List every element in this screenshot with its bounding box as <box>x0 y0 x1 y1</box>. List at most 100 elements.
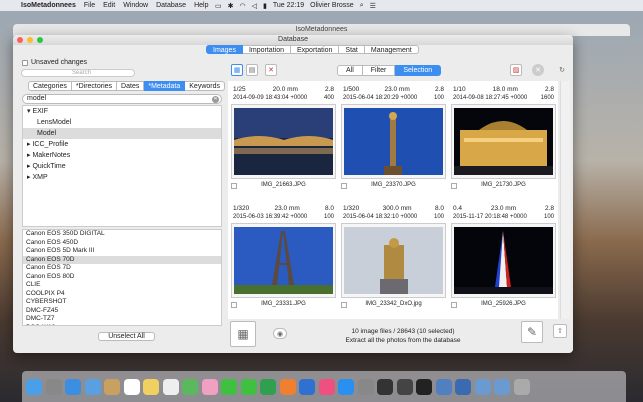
view-mode-icon[interactable]: ▦ <box>230 321 256 347</box>
messages-icon[interactable] <box>221 378 237 395</box>
contacts-icon[interactable] <box>104 378 120 395</box>
launchpad-icon[interactable] <box>45 378 62 395</box>
tab-categories[interactable]: Categories <box>28 81 72 91</box>
model-list-item[interactable]: COOLPIX P4 <box>23 290 221 299</box>
menu-window[interactable]: Window <box>123 2 148 9</box>
activity-icon[interactable] <box>396 378 413 395</box>
model-list-item[interactable]: Canon EOS 7D <box>23 264 221 273</box>
refresh-icon[interactable]: ↻ <box>556 65 568 77</box>
model-list-item[interactable]: Canon EOS 5D Mark III <box>23 247 221 256</box>
numbers-icon[interactable] <box>260 378 276 395</box>
image-card[interactable]: 0.4 23.0 mm 2.8 2015-11-17 20:18:48 +0000 10… <box>451 203 556 313</box>
menu-list-icon[interactable]: ☰ <box>370 2 376 10</box>
model-list-item[interactable]: Canon EOS 70D <box>23 255 221 264</box>
preview-icon[interactable] <box>435 378 452 395</box>
zoom-window-icon[interactable] <box>37 37 43 43</box>
terminal-icon[interactable] <box>416 378 432 395</box>
photos-icon[interactable] <box>201 378 218 395</box>
image-card[interactable]: 1/10 18.0 mm 2.8 2014-09-08 18:27:45 +0000 1… <box>451 84 556 194</box>
downloads-icon[interactable] <box>474 378 491 395</box>
mail-icon[interactable] <box>84 378 101 395</box>
segment-all[interactable]: All <box>337 65 363 76</box>
clear-search-icon[interactable]: ✕ <box>212 96 219 103</box>
isometadonnees-icon[interactable] <box>455 378 471 395</box>
model-list-item[interactable]: Canon EOS 80D <box>23 273 221 282</box>
model-list-item[interactable]: CLIE <box>23 281 221 290</box>
image-card[interactable]: 1/25 20.0 mm 2.8 2014-09-09 18:43:04 +0000 4… <box>231 84 336 194</box>
preview-eye-icon[interactable]: ◉ <box>273 328 287 339</box>
segment-filter[interactable]: Filter <box>362 65 396 76</box>
checkbox-box[interactable] <box>22 59 28 66</box>
tree-item[interactable]: ▾ EXIF <box>23 106 221 117</box>
reminders-icon[interactable] <box>162 378 179 395</box>
user-name[interactable]: Olivier Brosse <box>310 2 354 9</box>
csv-icon[interactable]: ▤ <box>246 64 258 76</box>
model-list-item[interactable]: DMC-TZ7 <box>23 315 221 324</box>
model-list-item[interactable]: Canon EOS 350D DIGITAL <box>23 230 221 239</box>
tab-management[interactable]: Management <box>364 45 419 54</box>
maps-icon[interactable] <box>182 378 198 395</box>
image-card[interactable]: 1/320 23.0 mm 8.0 2015-06-03 16:39:42 +0000… <box>231 203 336 313</box>
thumbnail-frame[interactable] <box>231 223 336 298</box>
battery-icon[interactable]: ▮ <box>263 2 267 10</box>
thumbnail-frame[interactable] <box>451 223 556 298</box>
calendar-icon[interactable] <box>123 378 140 395</box>
pages-icon[interactable] <box>279 378 296 395</box>
stop-icon[interactable]: ✕ <box>532 64 544 76</box>
safari-icon[interactable] <box>65 378 81 395</box>
tree-item[interactable]: LensModel <box>23 117 221 128</box>
share-icon[interactable]: ⇧ <box>553 324 567 338</box>
unsaved-changes-checkbox[interactable]: Unsaved changes <box>22 59 87 66</box>
documents-icon[interactable] <box>494 378 510 395</box>
model-list-item[interactable]: CYBERSHOT <box>23 298 221 307</box>
model-list-item[interactable]: DMC-FZ45 <box>23 307 221 316</box>
close-window-icon[interactable] <box>17 37 23 43</box>
image-card[interactable]: 1/500 23.0 mm 2.8 2015-06-04 18:20:29 +0000… <box>341 84 446 194</box>
music-icon[interactable] <box>318 378 335 395</box>
menu-help[interactable]: Help <box>194 2 208 9</box>
tab-keywords[interactable]: Keywords <box>185 81 225 91</box>
tab-directories[interactable]: *Directories <box>71 81 118 91</box>
wifi-icon[interactable]: ◠ <box>240 2 246 10</box>
unselect-all-button[interactable]: Unselect All <box>98 332 155 341</box>
notes-icon[interactable] <box>143 378 159 395</box>
airplay-icon[interactable]: ▭ <box>215 2 222 10</box>
spotlight-icon[interactable]: ⌕ <box>360 2 364 10</box>
volume-icon[interactable]: ◁ <box>252 2 257 10</box>
menu-app[interactable]: IsoMetadonnees <box>21 2 76 9</box>
trash-icon[interactable] <box>513 378 530 395</box>
system-preferences-icon[interactable] <box>357 378 374 395</box>
vertical-scrollbar[interactable] <box>560 81 570 319</box>
thumbnail-frame[interactable] <box>451 104 556 179</box>
tab-metadata[interactable]: *Metadata <box>144 81 186 91</box>
keynote-icon[interactable] <box>299 378 315 395</box>
delete-images-icon[interactable]: ✕ <box>265 64 277 76</box>
tree-item[interactable]: ▸ ICC_Profile <box>23 139 221 150</box>
image-card[interactable]: 1/320 300.0 mm 8.0 2015-06-04 18:32:10 +000… <box>341 203 446 313</box>
facetime-icon[interactable] <box>240 378 257 395</box>
thumbnail-frame[interactable] <box>231 104 336 179</box>
minimize-window-icon[interactable] <box>27 37 33 43</box>
tree-item[interactable]: ▸ QuickTime <box>23 161 221 172</box>
console-icon[interactable] <box>377 378 393 395</box>
tab-exportation[interactable]: Exportation <box>291 45 340 54</box>
segment-selection[interactable]: Selection <box>395 65 442 76</box>
grid-view-icon[interactable]: ▦ <box>231 64 243 76</box>
tab-importation[interactable]: Importation <box>242 45 291 54</box>
remove-icon[interactable]: ▨ <box>510 64 522 76</box>
tab-images[interactable]: Images <box>206 45 243 54</box>
thumbnail-frame[interactable] <box>341 223 446 298</box>
thumbnail-frame[interactable] <box>341 104 446 179</box>
tree-item[interactable]: Model <box>23 128 221 139</box>
bluetooth-icon[interactable]: ✱ <box>228 2 234 10</box>
finder-icon[interactable] <box>26 378 42 395</box>
clock[interactable]: Tue 22:19 <box>273 2 304 9</box>
tree-item[interactable]: ▸ MakerNotes <box>23 150 221 161</box>
tab-stat[interactable]: Stat <box>339 45 365 54</box>
model-list-item[interactable]: Canon EOS 450D <box>23 239 221 248</box>
edit-pencil-icon[interactable]: ✎ <box>521 321 543 343</box>
tab-dates[interactable]: Dates <box>117 81 145 91</box>
menu-database[interactable]: Database <box>156 2 186 9</box>
menu-edit[interactable]: Edit <box>103 2 115 9</box>
metadata-search-input[interactable]: model ✕ <box>22 94 222 104</box>
